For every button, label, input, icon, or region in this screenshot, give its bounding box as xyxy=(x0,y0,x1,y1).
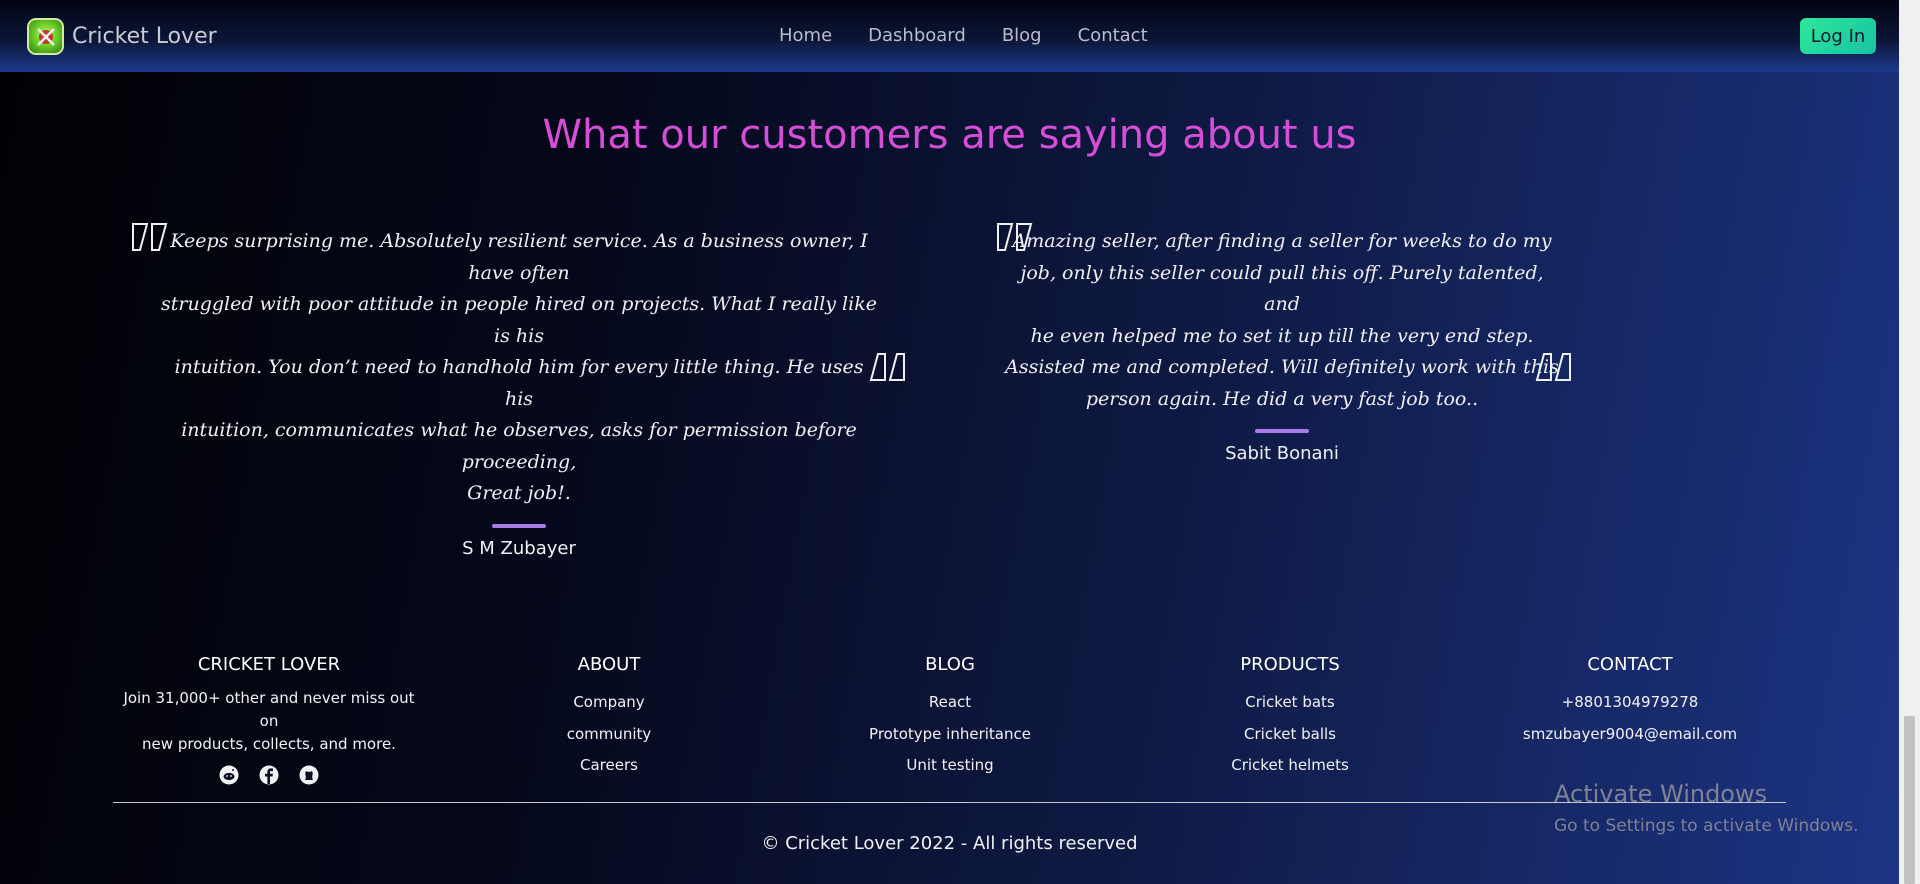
footer-blog-title: BLOG xyxy=(925,654,975,675)
quote-open-icon xyxy=(997,223,1033,251)
nav-link-home[interactable]: Home xyxy=(779,25,832,46)
nav-link-dashboard[interactable]: Dashboard xyxy=(868,25,966,46)
cricket-logo-icon xyxy=(27,18,64,55)
footer-link-community[interactable]: community xyxy=(509,719,709,751)
review-line: intuition, communicates what he observes… xyxy=(181,419,857,473)
copyright-text: © Cricket Lover 2022 - All rights reserv… xyxy=(761,833,1138,854)
footer-blog-column: BLOG React Prototype inheritance Unit te… xyxy=(850,654,1050,782)
footer-contact-phone[interactable]: +8801304979278 xyxy=(1510,687,1750,719)
footer-about-title: ABOUT xyxy=(577,654,641,675)
navbar: Cricket Lover Home Dashboard Blog Contac… xyxy=(0,0,1899,72)
quote-close-icon xyxy=(1535,353,1571,381)
footer-contact-column: CONTACT +8801304979278 smzubayer9004@ema… xyxy=(1510,654,1750,750)
footer-link-careers[interactable]: Careers xyxy=(509,750,709,782)
review-card: Amazing seller, after finding a seller f… xyxy=(1004,226,1560,464)
quote-close-icon xyxy=(869,353,905,381)
footer-link-prototype-inheritance[interactable]: Prototype inheritance xyxy=(850,719,1050,751)
page-scrollbar[interactable] xyxy=(1899,0,1920,884)
watermark-title: Activate Windows xyxy=(1554,780,1768,808)
nav-link-blog[interactable]: Blog xyxy=(1002,25,1042,46)
footer-about-column: ABOUT Company community Careers xyxy=(509,654,709,782)
review-line: Amazing seller, after finding a seller f… xyxy=(1012,230,1552,252)
login-button[interactable]: Log In xyxy=(1800,18,1876,54)
footer-link-unit-testing[interactable]: Unit testing xyxy=(850,750,1050,782)
footer-link-company[interactable]: Company xyxy=(509,687,709,719)
footer-brand-title: CRICKET LOVER xyxy=(197,654,341,675)
footer-brand-desc: Join 31,000+ other and never miss out on… xyxy=(112,687,426,756)
review-text: Amazing seller, after finding a seller f… xyxy=(1004,226,1560,415)
footer-link-react[interactable]: React xyxy=(850,687,1050,719)
review-line: Assisted me and completed. Will definite… xyxy=(1005,356,1559,378)
footer-contact-email[interactable]: smzubayer9004@email.com xyxy=(1510,719,1750,751)
reviewer-name: S M Zubayer xyxy=(462,537,576,559)
social-links xyxy=(112,765,426,785)
facebook-icon[interactable] xyxy=(259,765,279,785)
footer-products-column: PRODUCTS Cricket bats Cricket balls Cric… xyxy=(1190,654,1390,782)
footer-divider xyxy=(113,802,1786,803)
review-card: Keeps surprising me. Absolutely resilien… xyxy=(160,226,878,559)
reviewer-name: Sabit Bonani xyxy=(1225,443,1339,464)
review-line: struggled with poor attitude in people h… xyxy=(161,293,877,347)
review-line: person again. He did a very fast job too… xyxy=(1085,387,1479,410)
footer-desc-line: new products, collects, and more. xyxy=(142,735,396,753)
review-line: he even helped me to set it up till the … xyxy=(1030,324,1534,347)
footer-contact-title: CONTACT xyxy=(1587,654,1673,675)
footer-brand-column: CRICKET LOVER Join 31,000+ other and nev… xyxy=(112,654,426,785)
testimonials-title: What our customers are saying about us xyxy=(542,112,1357,158)
review-line: Keeps surprising me. Absolutely resilien… xyxy=(170,230,868,284)
footer-products-title: PRODUCTS xyxy=(1240,654,1340,675)
main-nav: Home Dashboard Blog Contact xyxy=(779,25,1184,46)
quote-open-icon xyxy=(132,223,168,251)
footer-link-cricket-balls[interactable]: Cricket balls xyxy=(1190,719,1390,751)
footer-link-cricket-bats[interactable]: Cricket bats xyxy=(1190,687,1390,719)
brand[interactable]: Cricket Lover xyxy=(27,18,217,55)
scrollbar-thumb[interactable] xyxy=(1904,716,1915,884)
footer-desc-line: Join 31,000+ other and never miss out on xyxy=(123,689,415,730)
review-divider xyxy=(492,523,546,528)
review-line: intuition. You don’t need to handhold hi… xyxy=(174,356,864,410)
github-icon[interactable] xyxy=(299,765,319,785)
nav-link-contact[interactable]: Contact xyxy=(1078,25,1148,46)
review-line: job, only this seller could pull this of… xyxy=(1020,261,1544,316)
review-line: Great job!. xyxy=(467,482,571,504)
windows-activation-watermark: Activate Windows Go to Settings to activ… xyxy=(1554,780,1859,836)
brand-name: Cricket Lover xyxy=(72,24,217,49)
footer-link-cricket-helmets[interactable]: Cricket helmets xyxy=(1190,750,1390,782)
review-divider xyxy=(1255,429,1309,433)
reddit-icon[interactable] xyxy=(219,765,239,785)
review-text: Keeps surprising me. Absolutely resilien… xyxy=(160,226,878,510)
watermark-subtitle: Go to Settings to activate Windows. xyxy=(1554,816,1859,836)
